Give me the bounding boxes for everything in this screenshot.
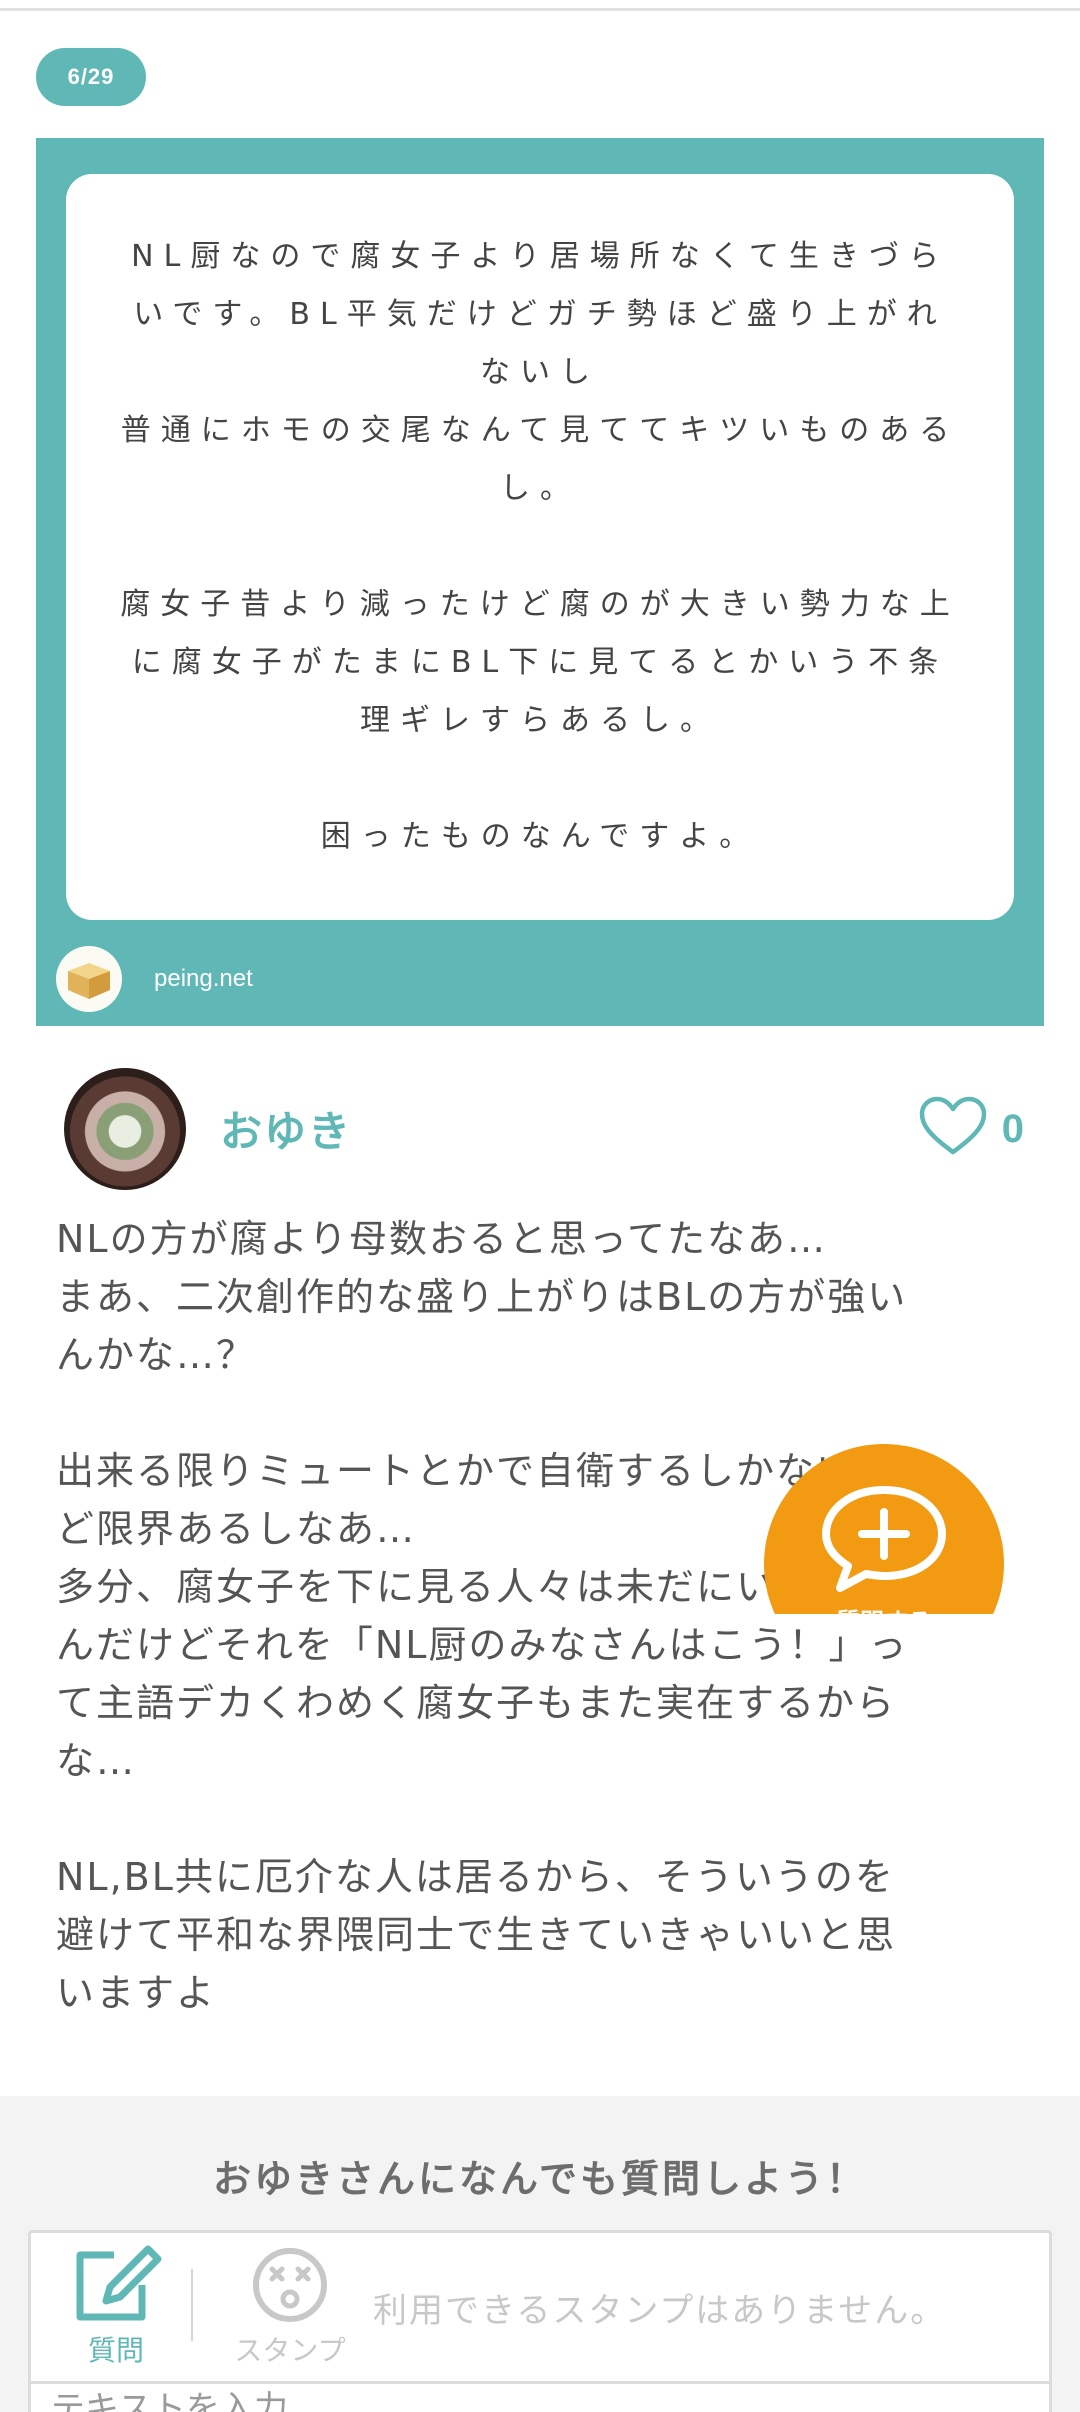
answer-paragraph: NLの方が腐より母数おると思ってたなあ… まあ、二次創作的な盛り上がりはBLの方…	[56, 1217, 908, 1377]
answer-paragraph: NL,BL共に厄介な人は居るから、そういうのを 避けて平和な界隈同士で生きていき…	[56, 1855, 897, 2015]
ask-question-fab[interactable]: 質問する	[764, 1444, 1004, 1614]
box-logo-icon	[56, 946, 122, 1012]
pencil-square-icon	[76, 2245, 162, 2321]
like-count: 0	[1001, 1106, 1024, 1151]
question-counter-badge: 6/29	[36, 48, 146, 106]
ask-section: おゆきさんになんでも質問しよう！ 質問 スタンプ 利用できるスタンプはありません…	[0, 2096, 1080, 2412]
peing-site-label: peing.net	[154, 965, 253, 992]
stamp-tool-label: スタンプ	[234, 2334, 346, 2367]
question-card: NL厨なので腐女子より居場所なくて生きづら いです。BL平気だけどガチ勢ほど盛り…	[36, 138, 1044, 1026]
question-text-input[interactable]	[31, 2384, 1049, 2412]
answer-header: おゆき 0	[64, 1068, 1024, 1192]
question-text-box: NL厨なので腐女子より居場所なくて生きづら いです。BL平気だけどガチ勢ほど盛り…	[66, 174, 1014, 920]
stamp-empty-message: 利用できるスタンプはありません。	[373, 2291, 947, 2331]
top-divider	[0, 8, 1080, 11]
question-tool-button[interactable]: 質問	[41, 2245, 191, 2369]
peing-footer: peing.net	[56, 946, 253, 1012]
speech-bubble-plus-icon	[822, 1486, 946, 1592]
question-tool-label: 質問	[87, 2334, 144, 2367]
dizzy-face-icon	[253, 2248, 327, 2322]
answer-text: NLの方が腐より母数おると思ってたなあ… まあ、二次創作的な盛り上がりはBLの方…	[56, 1210, 1016, 2022]
question-paragraph: NL厨なので腐女子より居場所なくて生きづら いです。BL平気だけどガチ勢ほど盛り…	[120, 239, 960, 506]
question-paragraph: 腐女子昔より減ったけど腐のが大きい勢力な上 に腐女子がたまにBL下に見てるとかい…	[120, 587, 960, 738]
question-paragraph: 困ったものなんですよ。	[320, 819, 760, 854]
stamp-tool-button[interactable]: スタンプ	[215, 2245, 365, 2369]
ask-section-title: おゆきさんになんでも質問しよう！	[212, 2157, 868, 2201]
answerer-name[interactable]: おゆき	[220, 1098, 352, 1159]
question-form: 質問 スタンプ 利用できるスタンプはありません。	[28, 2230, 1052, 2412]
like-button[interactable]: 0	[918, 1096, 1024, 1162]
tool-divider	[191, 2269, 193, 2341]
avatar[interactable]	[64, 1068, 186, 1190]
fab-label: 質問する	[764, 1602, 1004, 1614]
heart-outline-icon	[918, 1096, 988, 1162]
